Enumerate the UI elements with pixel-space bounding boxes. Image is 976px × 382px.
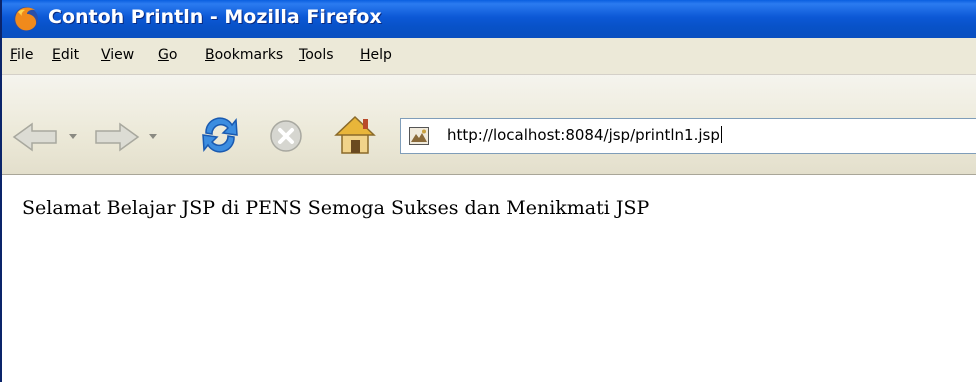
menu-view[interactable]: View [101,47,134,63]
browser-window: Contoh Println - Mozilla Firefox File Ed… [0,0,976,382]
address-bar[interactable]: http://localhost:8084/jsp/println1.jsp [400,118,976,154]
page-body-text: Selamat Belajar JSP di PENS Semoga Sukse… [22,197,650,219]
forward-arrow-icon[interactable] [94,122,140,152]
title-bar[interactable]: Contoh Println - Mozilla Firefox [2,0,976,38]
address-text[interactable]: http://localhost:8084/jsp/println1.jsp [447,126,722,144]
stop-icon[interactable] [268,118,304,154]
page-icon [409,127,429,145]
navigation-toolbar: http://localhost:8084/jsp/println1.jsp [2,75,976,175]
menu-bar: File Edit View Go Bookmarks Tools Help [2,38,976,75]
menu-help[interactable]: Help [360,47,392,63]
menu-tools[interactable]: Tools [299,47,334,63]
back-arrow-icon[interactable] [12,122,58,152]
menu-bookmarks[interactable]: Bookmarks [205,47,283,63]
reload-icon[interactable] [198,113,242,157]
firefox-logo-icon [14,7,38,31]
menu-go[interactable]: Go [158,47,177,63]
forward-dropdown-icon[interactable] [148,133,158,141]
text-caret [720,126,722,143]
menu-edit[interactable]: Edit [52,47,79,63]
menu-file[interactable]: File [10,47,33,63]
window-title: Contoh Println - Mozilla Firefox [48,6,382,28]
home-icon[interactable] [332,113,378,157]
back-dropdown-icon[interactable] [68,133,78,141]
page-content: Selamat Belajar JSP di PENS Semoga Sukse… [2,175,976,382]
